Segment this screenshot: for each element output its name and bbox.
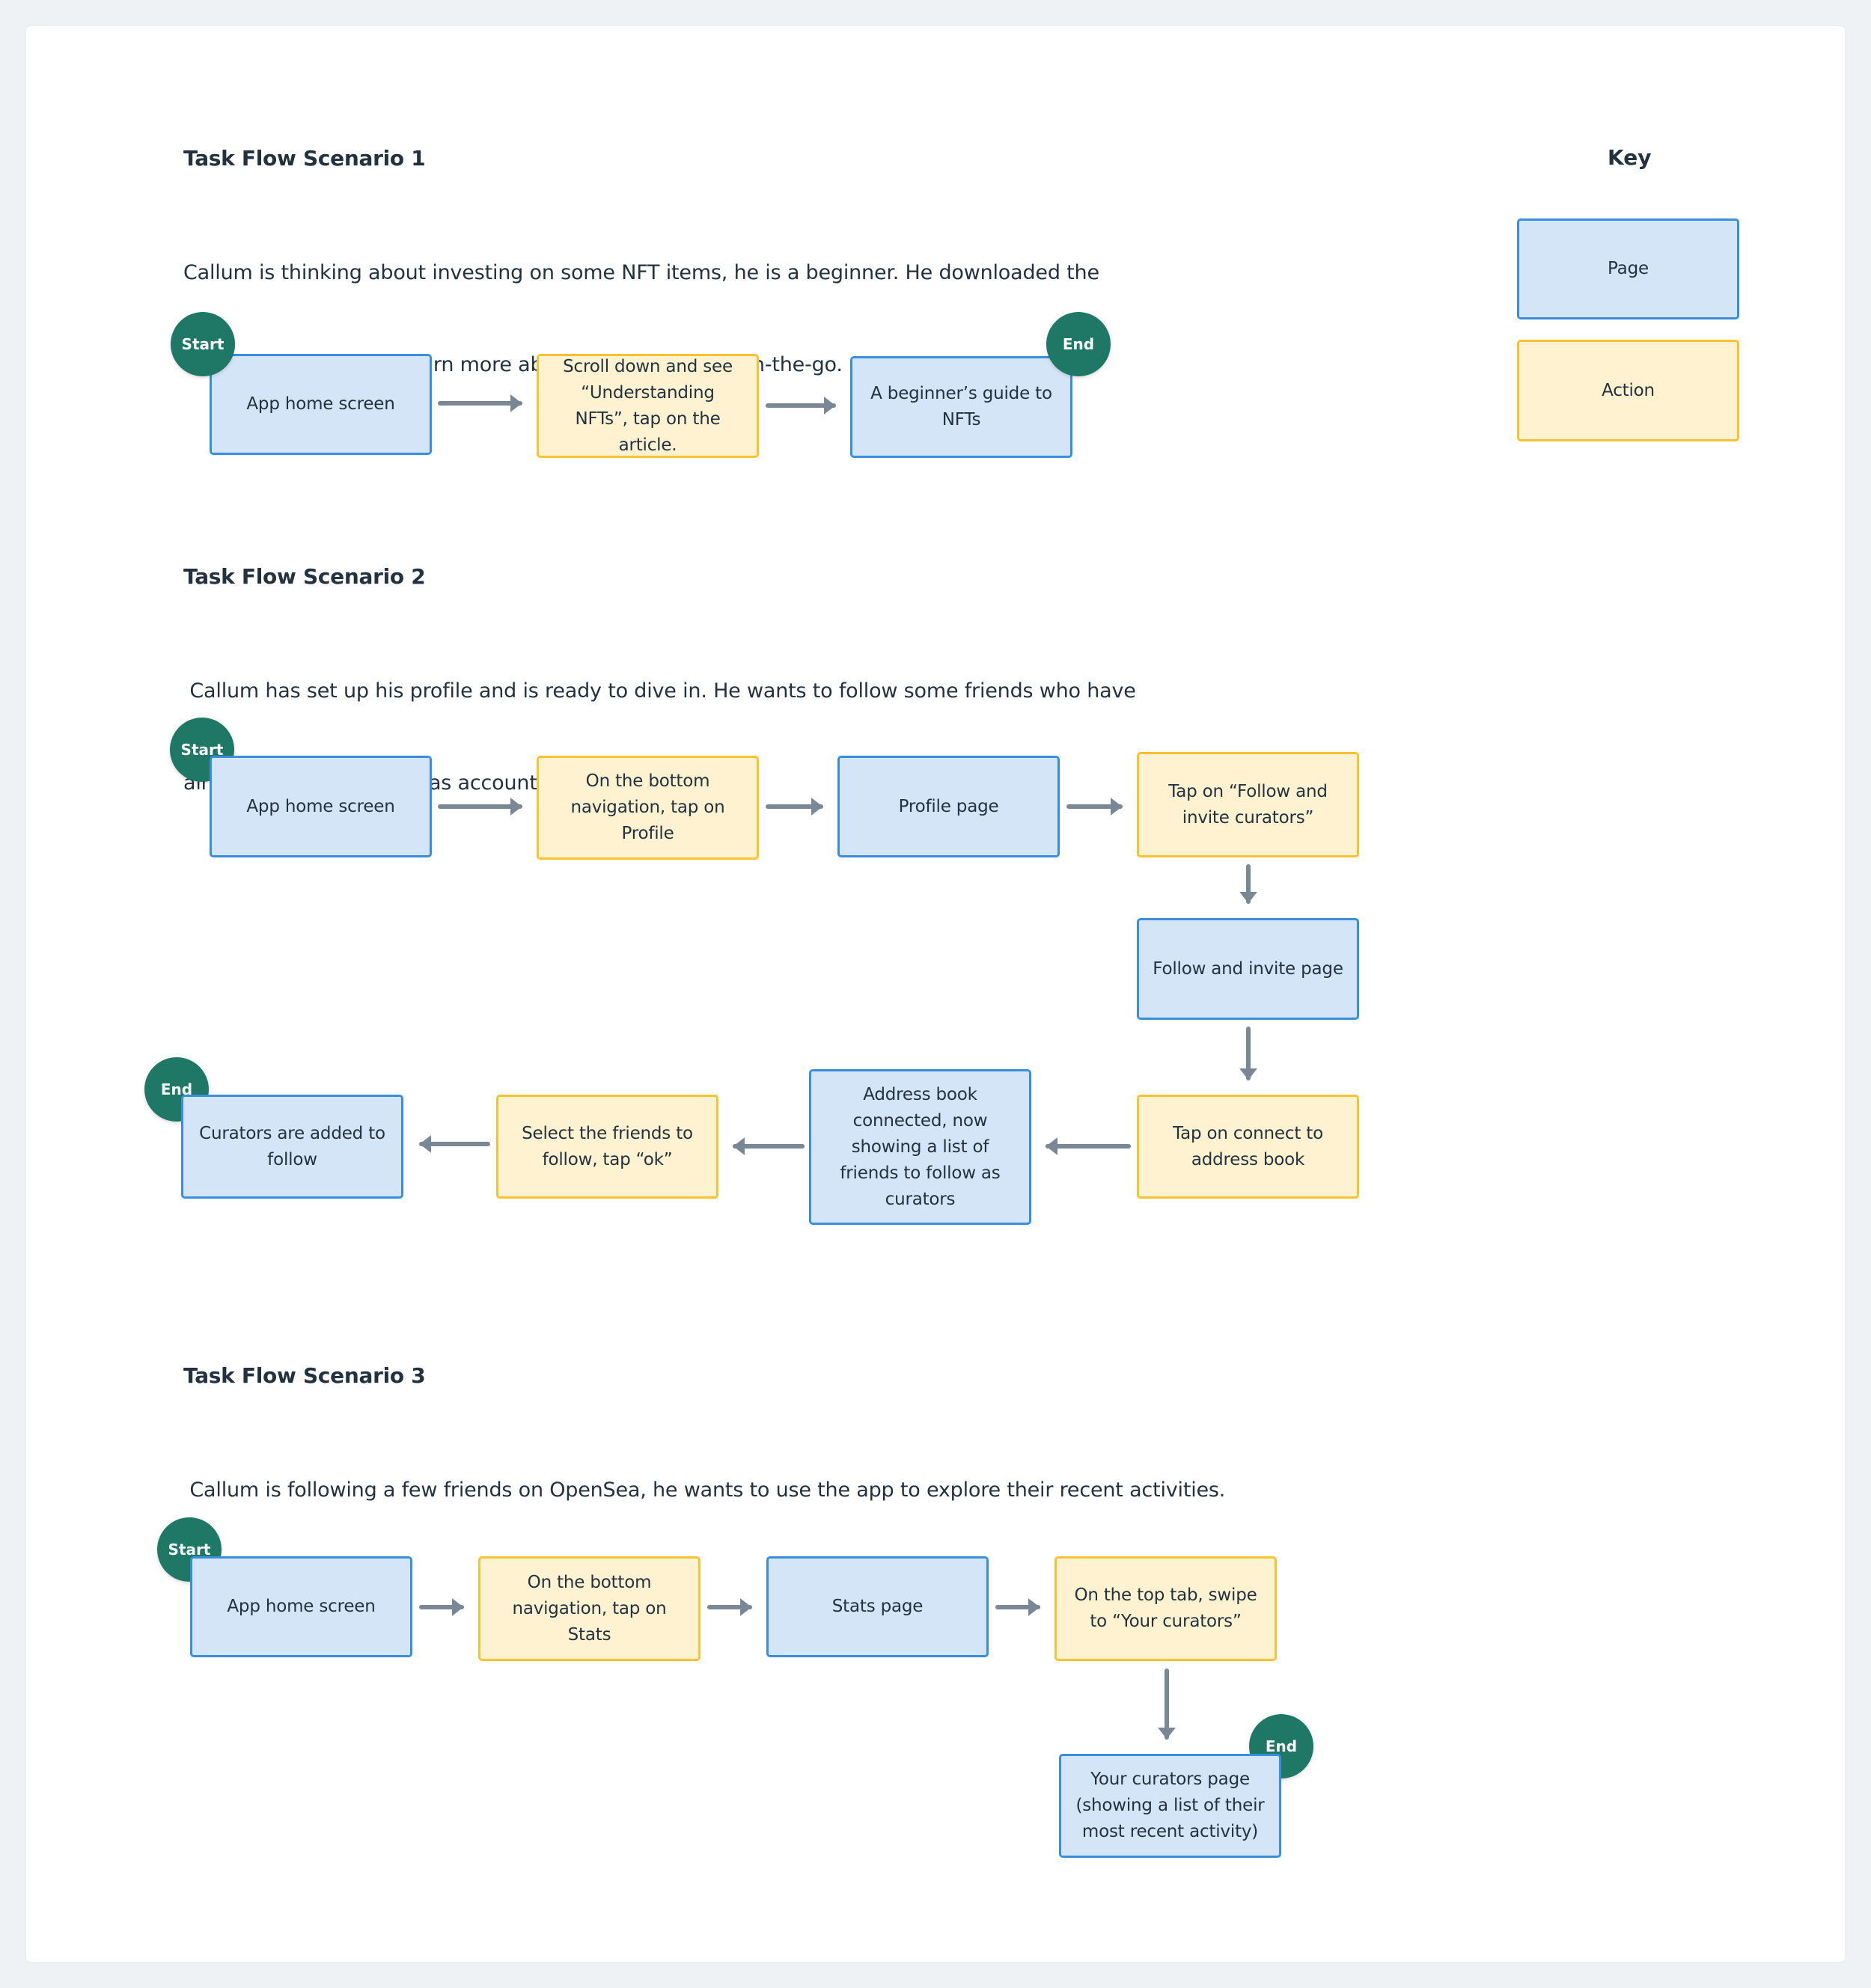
scenario-1-title: Task Flow Scenario 1 bbox=[183, 146, 426, 171]
s1-end-marker: End bbox=[1046, 312, 1111, 376]
s2-step-tap-follow-invite: Tap on “Follow and invite curators” bbox=[1137, 752, 1359, 857]
s2-step-select-friends: Select the friends to follow, tap “ok” bbox=[496, 1095, 718, 1199]
s3-step-app-home: App home screen bbox=[190, 1556, 412, 1657]
s2-step-curators-added: Curators are added to follow bbox=[181, 1095, 403, 1199]
scenario-1-description-line: Callum is thinking about investing on so… bbox=[183, 261, 1099, 284]
s2-step-tap-profile: On the bottom navigation, tap on Profile bbox=[537, 756, 759, 860]
s1-step-scroll-understanding-nfts: Scroll down and see “Understanding NFTs”… bbox=[537, 354, 759, 458]
s2-step-connect-address-book: Tap on connect to address book bbox=[1137, 1095, 1359, 1199]
scenario-2-description-line: Callum has set up his profile and is rea… bbox=[183, 679, 1136, 703]
s1-step-app-home: App home screen bbox=[210, 354, 432, 455]
s2-step-address-book-connected: Address book connected, now showing a li… bbox=[809, 1069, 1031, 1225]
s2-step-profile-page: Profile page bbox=[837, 756, 1060, 857]
s3-step-stats-page: Stats page bbox=[766, 1556, 989, 1657]
s3-step-swipe-your-curators: On the top tab, swipe to “Your curators” bbox=[1054, 1556, 1277, 1661]
key-title: Key bbox=[1608, 145, 1652, 170]
scenario-2-title: Task Flow Scenario 2 bbox=[183, 564, 426, 589]
s2-step-follow-invite-page: Follow and invite page bbox=[1137, 918, 1359, 1020]
key-page: Page bbox=[1517, 218, 1739, 319]
scenario-3-description: Callum is following a few friends on Ope… bbox=[183, 1413, 1225, 1536]
s3-step-tap-stats: On the bottom navigation, tap on Stats bbox=[478, 1556, 701, 1661]
s3-step-your-curators-page: Your curators page (showing a list of th… bbox=[1059, 1754, 1281, 1858]
s1-step-beginners-guide: A beginner’s guide to NFTs bbox=[850, 356, 1072, 458]
scenario-3-title: Task Flow Scenario 3 bbox=[183, 1363, 426, 1388]
s2-step-app-home: App home screen bbox=[210, 756, 432, 857]
key-action: Action bbox=[1517, 340, 1739, 441]
s1-start-marker: Start bbox=[171, 312, 235, 376]
scenario-3-description-line: Callum is following a few friends on Ope… bbox=[183, 1478, 1226, 1502]
